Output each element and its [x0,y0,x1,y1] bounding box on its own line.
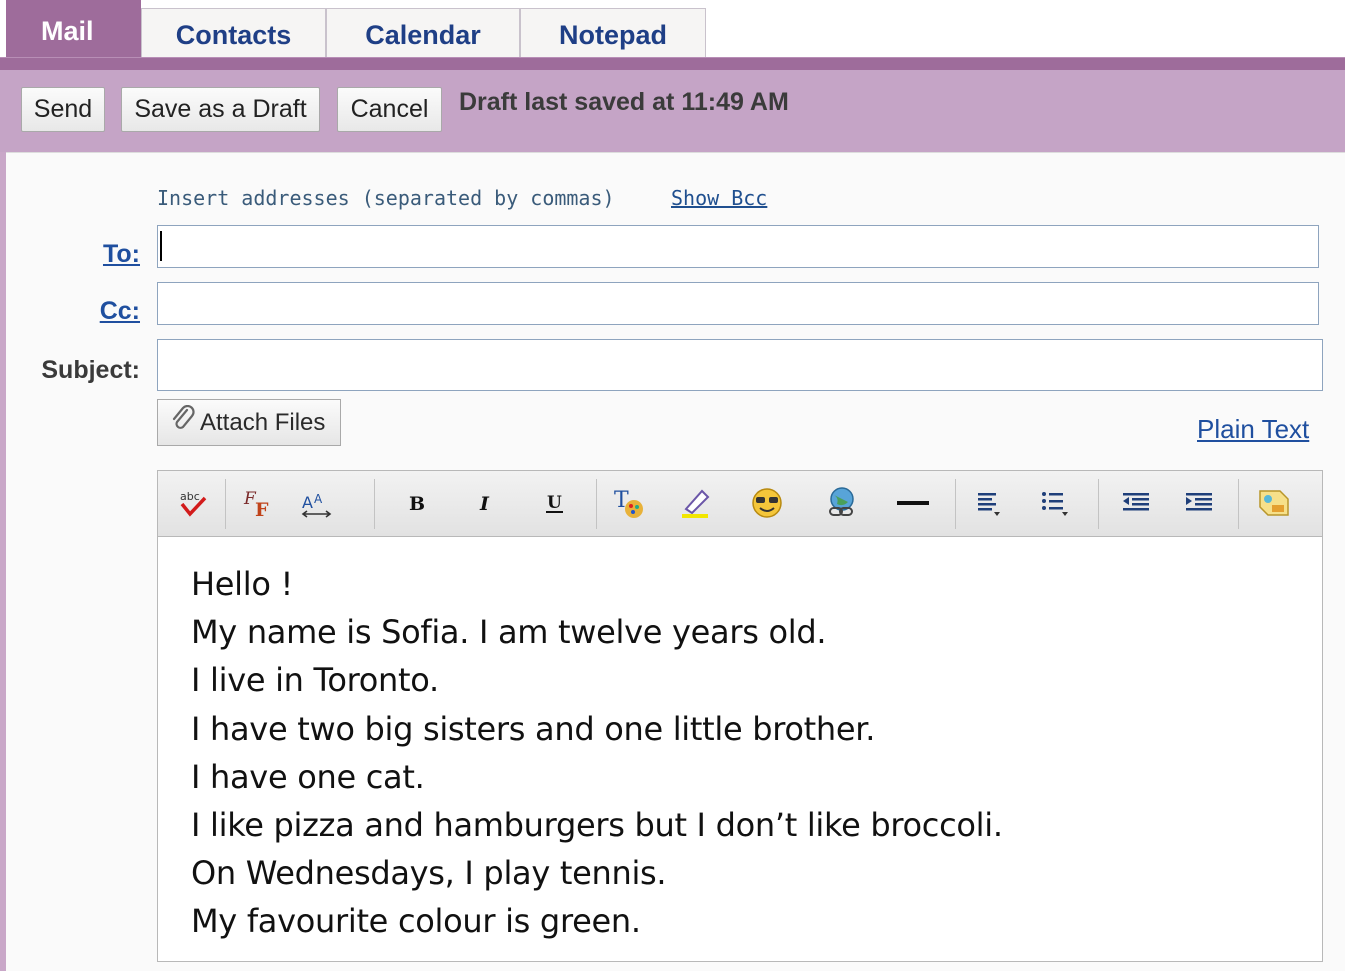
draft-status: Draft last saved at 11:49 AM [459,88,789,116]
body-line: I have two big sisters and one little br… [191,709,876,748]
spell-check-icon[interactable]: abc [173,483,213,523]
address-hint: Insert addresses (separated by commas) [157,186,615,210]
font-size-icon[interactable]: AA [297,483,337,523]
bulleted-list-icon[interactable] [1035,483,1075,523]
highlight-icon[interactable] [676,483,716,523]
tab-calendar-label: Calendar [365,20,481,50]
text-color-icon[interactable]: T [610,483,650,523]
attach-files-button[interactable]: Attach Files [157,399,341,446]
insert-link-icon[interactable] [822,483,862,523]
body-line: I have one cat. [191,757,425,796]
body-line: I like pizza and hamburgers but I don’t … [191,806,1003,845]
cc-field[interactable] [157,282,1319,325]
body-line: I live in Toronto. [191,661,439,700]
svg-text:B: B [409,493,425,515]
tab-calendar[interactable]: Calendar [326,8,520,62]
underline-icon[interactable]: U [535,483,575,523]
plain-text-link[interactable]: Plain Text [1197,414,1309,445]
horizontal-rule-icon[interactable] [893,483,933,523]
body-line: Hello ! [191,565,294,603]
cc-label[interactable]: Cc: [100,297,140,326]
attach-files-label: Attach Files [200,408,326,436]
paperclip-icon [170,404,196,440]
subject-label: Subject: [41,356,140,384]
tab-contacts-label: Contacts [175,20,292,50]
tab-notepad-label: Notepad [559,20,667,50]
editor-toolbar: abc FF AA B I U T [157,470,1323,537]
emoticon-icon[interactable] [747,483,787,523]
mail-compose-window: Mail Contacts Calendar Notepad Send Save… [0,0,1345,971]
tab-contacts[interactable]: Contacts [141,8,326,62]
cancel-button[interactable]: Cancel [337,87,442,132]
to-label[interactable]: To: [103,240,140,269]
stationery-icon[interactable] [1254,483,1294,523]
indent-icon[interactable] [1179,483,1219,523]
svg-text:F: F [255,499,269,520]
svg-text:abc: abc [180,490,200,503]
align-icon[interactable] [970,483,1010,523]
save-draft-button[interactable]: Save as a Draft [121,87,320,132]
outdent-icon[interactable] [1116,483,1156,523]
tab-bar: Mail Contacts Calendar Notepad [0,0,1345,62]
message-body[interactable]: Hello ! My name is Sofia. I am twelve ye… [157,537,1323,962]
to-field[interactable] [157,225,1319,268]
tab-mail[interactable]: Mail [6,0,141,62]
tab-mail-label: Mail [41,16,94,46]
tab-notepad[interactable]: Notepad [520,8,706,62]
compose-toolbar: Send Save as a Draft Cancel Draft last s… [0,70,1345,152]
bold-icon[interactable]: B [397,483,437,523]
italic-icon[interactable]: I [466,483,506,523]
show-bcc-link[interactable]: Show Bcc [671,186,767,210]
accent-band [0,57,1345,71]
svg-text:U: U [547,493,562,513]
body-line: My favourite colour is green. [191,902,641,941]
body-line: On Wednesdays, I play tennis. [191,854,667,893]
send-button[interactable]: Send [21,87,105,132]
subject-field[interactable] [157,339,1323,391]
body-line: My name is Sofia. I am twelve years old. [191,613,827,652]
text-caret [160,231,162,261]
font-face-icon[interactable]: FF [238,483,278,523]
svg-text:A: A [302,493,313,512]
svg-text:I: I [479,493,490,515]
svg-text:A: A [314,492,323,506]
